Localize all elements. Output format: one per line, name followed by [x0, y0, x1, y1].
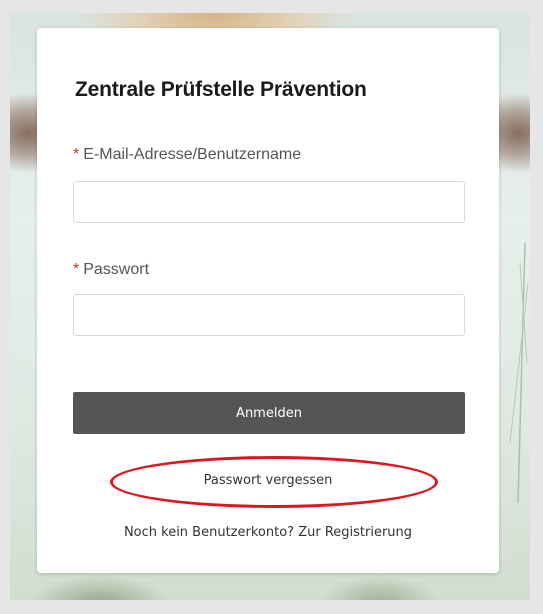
forgot-password-link[interactable]: Passwort vergessen: [37, 473, 499, 488]
password-label-text: Passwort: [83, 261, 150, 278]
login-card: Zentrale Prüfstelle Prävention * E-Mail-A…: [37, 28, 499, 573]
login-button[interactable]: Anmelden: [73, 392, 465, 434]
email-label: * E-Mail-Adresse/Benutzername: [73, 146, 301, 164]
email-label-text: E-Mail-Adresse/Benutzername: [83, 146, 302, 163]
register-prompt-text: Noch kein Benutzerkonto?: [123, 525, 295, 540]
register-link[interactable]: Zur Registrierung: [298, 525, 412, 540]
grass-decoration: [509, 243, 529, 503]
required-marker: *: [73, 146, 80, 163]
register-prompt: Noch kein Benutzerkonto? Zur Registrieru…: [37, 525, 499, 540]
password-field[interactable]: [73, 294, 465, 336]
email-field[interactable]: [73, 181, 465, 223]
page-title: Zentrale Prüfstelle Prävention: [75, 78, 367, 101]
required-marker: *: [73, 261, 80, 278]
password-label: * Passwort: [73, 261, 149, 279]
